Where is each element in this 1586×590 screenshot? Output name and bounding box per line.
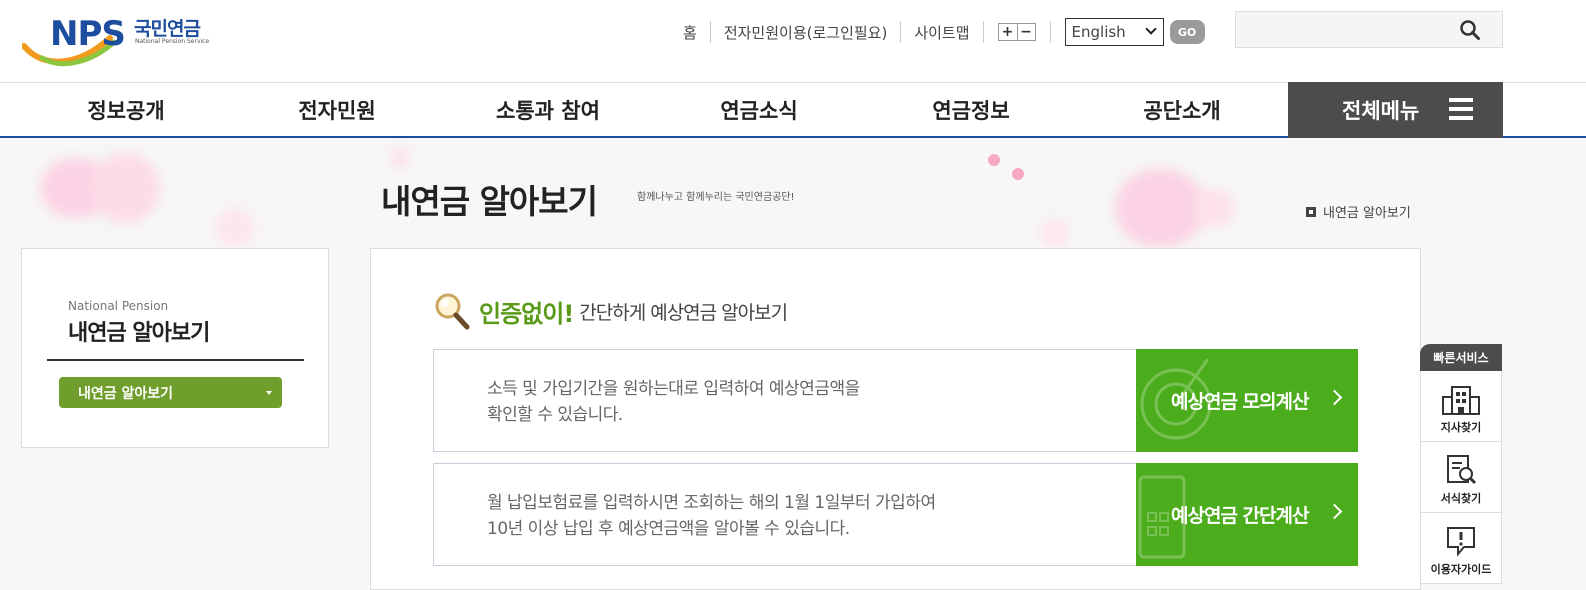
utility-nav: 홈 전자민원이용(로그인필요) 사이트맵 + − English GO xyxy=(670,18,1205,46)
side-nav-selected: 내연금 알아보기 xyxy=(78,385,174,402)
simple-calc-button[interactable]: 예상연금 간단계산 xyxy=(1136,463,1358,566)
calc-card-simulation: 소득 및 가입기간을 원하는대로 입력하여 예상연금액을 확인할 수 있습니다.… xyxy=(433,349,1358,452)
quick-item-label: 이용자가이드 xyxy=(1430,563,1492,576)
speech-alert-icon xyxy=(1447,527,1475,557)
side-nav-title: 내연금 알아보기 xyxy=(68,321,210,346)
zoom-in-button[interactable]: + xyxy=(998,24,1017,40)
divider xyxy=(982,21,984,43)
nav-item-info-disclosure[interactable]: 정보공개 xyxy=(31,83,221,137)
side-nav: National Pension 내연금 알아보기 내연금 알아보기 xyxy=(21,248,329,448)
divider xyxy=(1049,21,1051,43)
quick-form-finder[interactable]: 서식찾기 xyxy=(1420,442,1502,513)
logo-english: National Pension Service xyxy=(135,38,210,45)
section-subheadline: 간단하게 예상연금 알아보기 xyxy=(579,301,788,324)
language-selected: English xyxy=(1071,23,1126,41)
heart-decoration xyxy=(988,154,1000,166)
home-icon[interactable] xyxy=(1306,206,1316,217)
card-desc-line: 소득 및 가입기간을 원하는대로 입력하여 예상연금액을 xyxy=(487,379,860,399)
chevron-down-icon xyxy=(1144,23,1157,35)
button-label: 예상연금 간단계산 xyxy=(1171,505,1309,527)
card-desc-line: 월 납입보험료를 입력하시면 조회하는 해의 1월 1일부터 가입하여 xyxy=(487,493,936,513)
heart-decoration xyxy=(1195,188,1235,228)
heart-decoration xyxy=(1012,168,1024,180)
logo-text: NPS xyxy=(50,14,126,54)
zoom-out-button[interactable]: − xyxy=(1016,24,1035,40)
calc-card-simple: 월 납입보험료를 입력하시면 조회하는 해의 1월 1일부터 가입하여 10년 … xyxy=(433,463,1358,566)
heart-decoration xyxy=(390,148,410,168)
quick-user-guide[interactable]: 이용자가이드 xyxy=(1420,513,1502,584)
button-label: 예상연금 모의계산 xyxy=(1171,391,1309,413)
heart-decoration xyxy=(1040,218,1070,248)
main-nav: 정보공개 전자민원 소통과 참여 연금소식 연금정보 공단소개 전체메뉴 xyxy=(0,82,1586,138)
language-select[interactable]: English xyxy=(1064,18,1164,46)
nps-logo[interactable]: NPS 국민연금 National Pension Service xyxy=(22,10,222,67)
nav-item-e-service[interactable]: 전자민원 xyxy=(242,83,432,137)
all-menu-button[interactable]: 전체메뉴 xyxy=(1288,82,1503,138)
quick-item-label: 지사찾기 xyxy=(1440,421,1482,434)
hamburger-icon xyxy=(1449,98,1473,120)
logo-korean: 국민연금 xyxy=(134,18,201,40)
side-nav-english: National Pension xyxy=(68,299,169,313)
nav-item-news[interactable]: 연금소식 xyxy=(664,83,854,137)
side-nav-dropdown[interactable]: 내연금 알아보기 xyxy=(59,377,282,408)
section-title: 인증없이! 간단하게 예상연금 알아보기 xyxy=(433,291,788,331)
util-link-e-service[interactable]: 전자민원이용(로그인필요) xyxy=(711,22,901,43)
heart-decoration xyxy=(1115,168,1205,248)
section-headline: 인증없이! xyxy=(479,299,574,328)
zoom-controls: + − xyxy=(997,23,1036,41)
nav-item-pension-info[interactable]: 연금정보 xyxy=(876,83,1066,137)
breadcrumb: 내연금 알아보기 xyxy=(1306,202,1411,221)
caret-down-icon xyxy=(266,391,272,395)
card-desc-line: 10년 이상 납입 후 예상연금액을 알아볼 수 있습니다. xyxy=(487,519,850,539)
breadcrumb-current[interactable]: 내연금 알아보기 xyxy=(1323,202,1411,221)
go-button[interactable]: GO xyxy=(1169,20,1205,44)
all-menu-label: 전체메뉴 xyxy=(1342,99,1420,123)
main-content: 인증없이! 간단하게 예상연금 알아보기 소득 및 가입기간을 원하는대로 입력… xyxy=(370,248,1421,590)
nav-item-communication[interactable]: 소통과 참여 xyxy=(453,83,643,137)
quick-branch-finder[interactable]: 지사찾기 xyxy=(1420,371,1502,442)
divider xyxy=(47,359,304,361)
search-box xyxy=(1235,11,1503,48)
heart-decoration xyxy=(90,153,160,223)
magnifier-icon xyxy=(435,293,470,330)
page-title: 내연금 알아보기 xyxy=(381,182,598,221)
util-link-home[interactable]: 홈 xyxy=(670,22,710,43)
card-description: 월 납입보험료를 입력하시면 조회하는 해의 1월 1일부터 가입하여 10년 … xyxy=(487,490,936,542)
slogan: 함께나누고 함께누리는 국민연금공단! xyxy=(637,192,795,203)
card-desc-line: 확인할 수 있습니다. xyxy=(487,405,623,425)
simulation-calc-button[interactable]: 예상연금 모의계산 xyxy=(1136,349,1358,452)
building-icon xyxy=(1442,386,1480,415)
header: NPS 국민연금 National Pension Service 홈 전자민원… xyxy=(0,0,1586,82)
nav-item-about[interactable]: 공단소개 xyxy=(1087,83,1277,137)
document-search-icon xyxy=(1447,455,1477,485)
search-icon[interactable] xyxy=(1460,20,1480,40)
quick-service-title: 빠른서비스 xyxy=(1420,344,1502,371)
util-link-sitemap[interactable]: 사이트맵 xyxy=(901,22,982,43)
heart-decoration xyxy=(215,208,255,248)
quick-item-label: 서식찾기 xyxy=(1440,492,1482,505)
quick-service: 빠른서비스 지사찾기 서식찾기 이용자가이드 xyxy=(1420,344,1502,584)
card-description: 소득 및 가입기간을 원하는대로 입력하여 예상연금액을 확인할 수 있습니다. xyxy=(487,376,860,428)
search-input[interactable] xyxy=(1236,12,1456,47)
